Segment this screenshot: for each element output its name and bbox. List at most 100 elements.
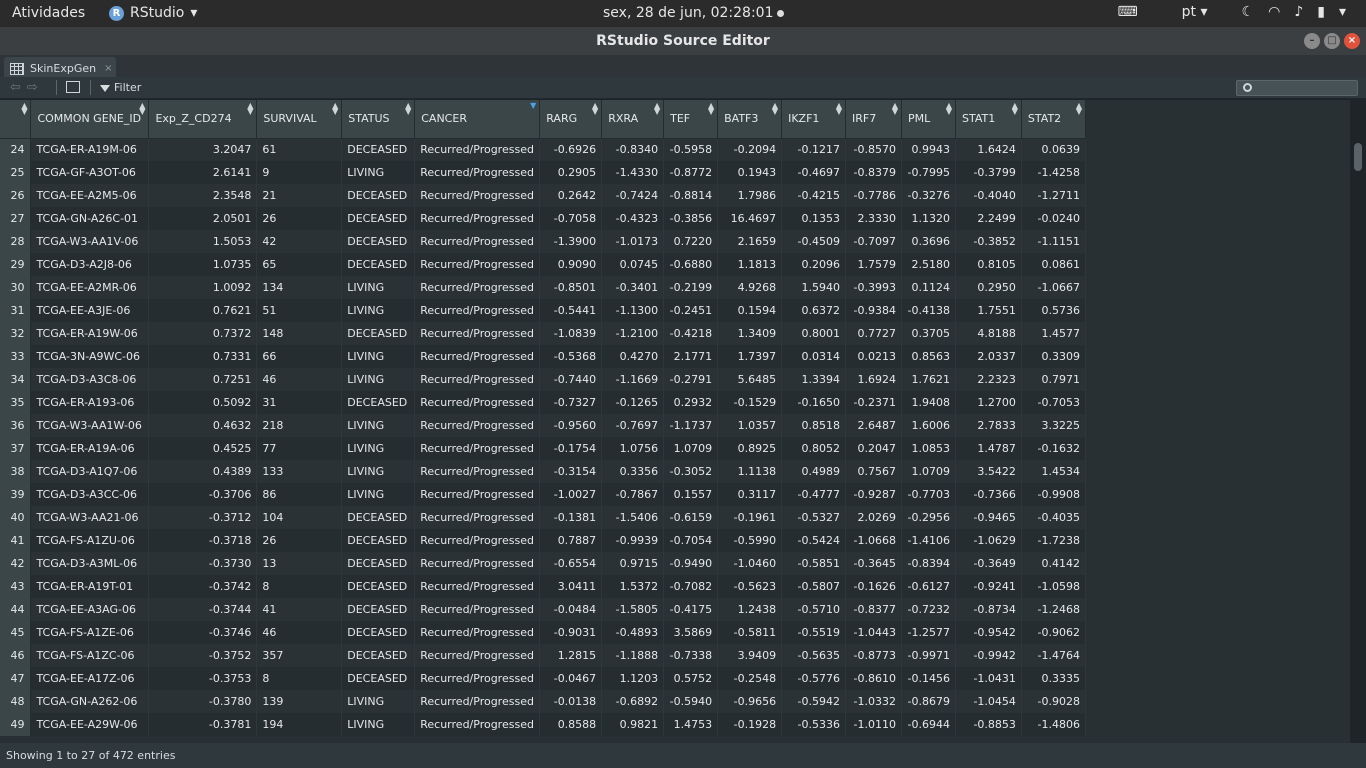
table-cell[interactable]: -1.0629 [955, 529, 1022, 552]
table-cell[interactable]: 0.0861 [1021, 253, 1086, 276]
table-cell[interactable]: LIVING [341, 483, 416, 506]
table-cell[interactable]: 0.8052 [781, 437, 847, 460]
table-cell[interactable]: 0.4632 [148, 414, 258, 437]
close-tab-icon[interactable]: × [104, 63, 112, 74]
table-cell[interactable]: 0.4270 [601, 345, 665, 368]
table-cell[interactable]: -1.4330 [601, 161, 665, 184]
table-cell[interactable]: -0.9908 [1021, 483, 1086, 506]
table-cell[interactable]: -0.0138 [539, 690, 603, 713]
table-row[interactable]: 28 TCGA-W3-AA1V-06 1.5053 42 DECEASED Recurre… [0, 230, 1086, 253]
table-cell[interactable]: -1.4106 [901, 529, 956, 552]
table-cell[interactable]: -0.2548 [717, 667, 783, 690]
table-cell[interactable]: -0.9287 [845, 483, 902, 506]
table-cell[interactable]: -0.7053 [1021, 391, 1086, 414]
table-cell[interactable]: -0.9384 [845, 299, 902, 322]
table-cell[interactable]: 0.7372 [148, 322, 258, 345]
table-cell[interactable]: -0.9656 [717, 690, 783, 713]
table-cell[interactable]: LIVING [341, 368, 416, 391]
table-cell[interactable]: 0.4525 [148, 437, 258, 460]
table-cell[interactable]: 0.0745 [601, 253, 665, 276]
table-cell[interactable]: -0.3742 [148, 575, 258, 598]
activities-button[interactable]: Atividades [12, 5, 85, 21]
table-cell[interactable]: -0.4138 [901, 299, 956, 322]
table-cell[interactable]: 133 [256, 460, 343, 483]
table-cell[interactable]: 31 [256, 391, 343, 414]
table-cell[interactable]: -1.0431 [955, 667, 1022, 690]
table-cell[interactable]: 5.6485 [717, 368, 783, 391]
table-cell[interactable]: -0.6554 [539, 552, 603, 575]
table-cell[interactable]: -1.1888 [601, 644, 665, 667]
table-cell[interactable]: 0.3335 [1021, 667, 1086, 690]
table-cell[interactable]: -0.5776 [781, 667, 847, 690]
table-cell[interactable]: -1.0598 [1021, 575, 1086, 598]
table-cell[interactable]: -1.4764 [1021, 644, 1086, 667]
table-cell[interactable]: -0.5807 [781, 575, 847, 598]
table-cell[interactable]: 2.5180 [901, 253, 956, 276]
table-row[interactable]: 29 TCGA-D3-A2J8-06 1.0735 65 DECEASED Recurre… [0, 253, 1086, 276]
table-cell[interactable]: -0.7097 [845, 230, 902, 253]
table-cell[interactable]: 0.8588 [539, 713, 603, 736]
table-cell[interactable]: 148 [256, 322, 343, 345]
table-cell[interactable]: -0.8734 [955, 598, 1022, 621]
table-cell[interactable]: 8 [256, 667, 343, 690]
table-cell[interactable]: 1.1320 [901, 207, 956, 230]
table-cell[interactable]: 2.7833 [955, 414, 1022, 437]
vertical-scrollbar[interactable] [1350, 140, 1366, 743]
table-cell[interactable]: -0.3746 [148, 621, 258, 644]
table-cell[interactable]: DECEASED [341, 506, 416, 529]
table-cell[interactable]: -0.4035 [1021, 506, 1086, 529]
table-cell[interactable]: -0.1529 [717, 391, 783, 414]
table-cell[interactable]: 13 [256, 552, 343, 575]
table-cell[interactable]: -0.7703 [901, 483, 956, 506]
table-cell[interactable]: 0.1557 [663, 483, 719, 506]
table-cell[interactable]: 0.3117 [717, 483, 783, 506]
table-cell[interactable]: 1.6006 [901, 414, 956, 437]
column-header[interactable]: Exp_Z_CD274 ▲ ▼ [148, 100, 258, 139]
table-cell[interactable]: Recurred/Progressed [414, 529, 541, 552]
table-row[interactable]: 26 TCGA-EE-A2M5-06 2.3548 21 DECEASED Recurre… [0, 184, 1086, 207]
table-cell[interactable]: -1.0443 [845, 621, 902, 644]
table-cell[interactable]: -0.4175 [663, 598, 719, 621]
table-cell[interactable]: -0.3752 [148, 644, 258, 667]
table-cell[interactable]: 2.6487 [845, 414, 902, 437]
table-row[interactable]: 41 TCGA-FS-A1ZU-06 -0.3718 26 DECEASED Recurr… [0, 529, 1086, 552]
table-cell[interactable]: -0.4697 [781, 161, 847, 184]
table-cell[interactable]: 3.5422 [955, 460, 1022, 483]
table-cell[interactable]: Recurred/Progressed [414, 391, 541, 414]
table-cell[interactable]: LIVING [341, 276, 416, 299]
table-cell[interactable]: -1.2468 [1021, 598, 1086, 621]
table-cell[interactable]: Recurred/Progressed [414, 621, 541, 644]
table-cell[interactable]: 1.0853 [901, 437, 956, 460]
table-cell[interactable]: -0.3753 [148, 667, 258, 690]
table-cell[interactable]: -0.4040 [955, 184, 1022, 207]
table-cell[interactable]: 104 [256, 506, 343, 529]
table-cell[interactable]: TCGA-3N-A9WC-06 [30, 345, 150, 368]
table-cell[interactable]: -0.6159 [663, 506, 719, 529]
table-cell[interactable]: 0.9943 [901, 138, 956, 161]
table-cell[interactable]: -0.5940 [663, 690, 719, 713]
table-cell[interactable]: -0.3401 [601, 276, 665, 299]
table-cell[interactable]: Recurred/Progressed [414, 713, 541, 736]
table-cell[interactable]: TCGA-D3-A3C8-06 [30, 368, 150, 391]
data-table[interactable]: ▲ ▼ COMMON GENE_ID ▲ ▼ Exp_Z_CD274 ▲ ▼ SURVIVAL… [0, 100, 1086, 743]
table-cell[interactable]: Recurred/Progressed [414, 437, 541, 460]
table-row[interactable]: 25 TCGA-GF-A3OT-06 2.6141 9 LIVING Recurred/P… [0, 161, 1086, 184]
table-row[interactable]: 32 TCGA-ER-A19W-06 0.7372 148 DECEASED Recurr… [0, 322, 1086, 345]
table-cell[interactable]: 3.3225 [1021, 414, 1086, 437]
table-cell[interactable]: 1.1138 [717, 460, 783, 483]
table-cell[interactable]: -1.1737 [663, 414, 719, 437]
table-cell[interactable]: TCGA-EE-A2MR-06 [30, 276, 150, 299]
table-cell[interactable]: 2.2499 [955, 207, 1022, 230]
table-cell[interactable]: -0.7058 [539, 207, 603, 230]
table-cell[interactable]: -1.3900 [539, 230, 603, 253]
table-row[interactable]: 24 TCGA-ER-A19M-06 3.2047 61 DECEASED Recurre… [0, 138, 1086, 161]
table-cell[interactable]: -0.3856 [663, 207, 719, 230]
column-header[interactable]: RXRA ▲ ▼ [601, 100, 665, 139]
table-cell[interactable]: -0.8377 [845, 598, 902, 621]
table-cell[interactable]: -0.4218 [663, 322, 719, 345]
table-cell[interactable]: 1.2438 [717, 598, 783, 621]
table-cell[interactable]: LIVING [341, 437, 416, 460]
table-cell[interactable]: -0.6892 [601, 690, 665, 713]
table-cell[interactable]: 1.0092 [148, 276, 258, 299]
table-cell[interactable]: LIVING [341, 713, 416, 736]
